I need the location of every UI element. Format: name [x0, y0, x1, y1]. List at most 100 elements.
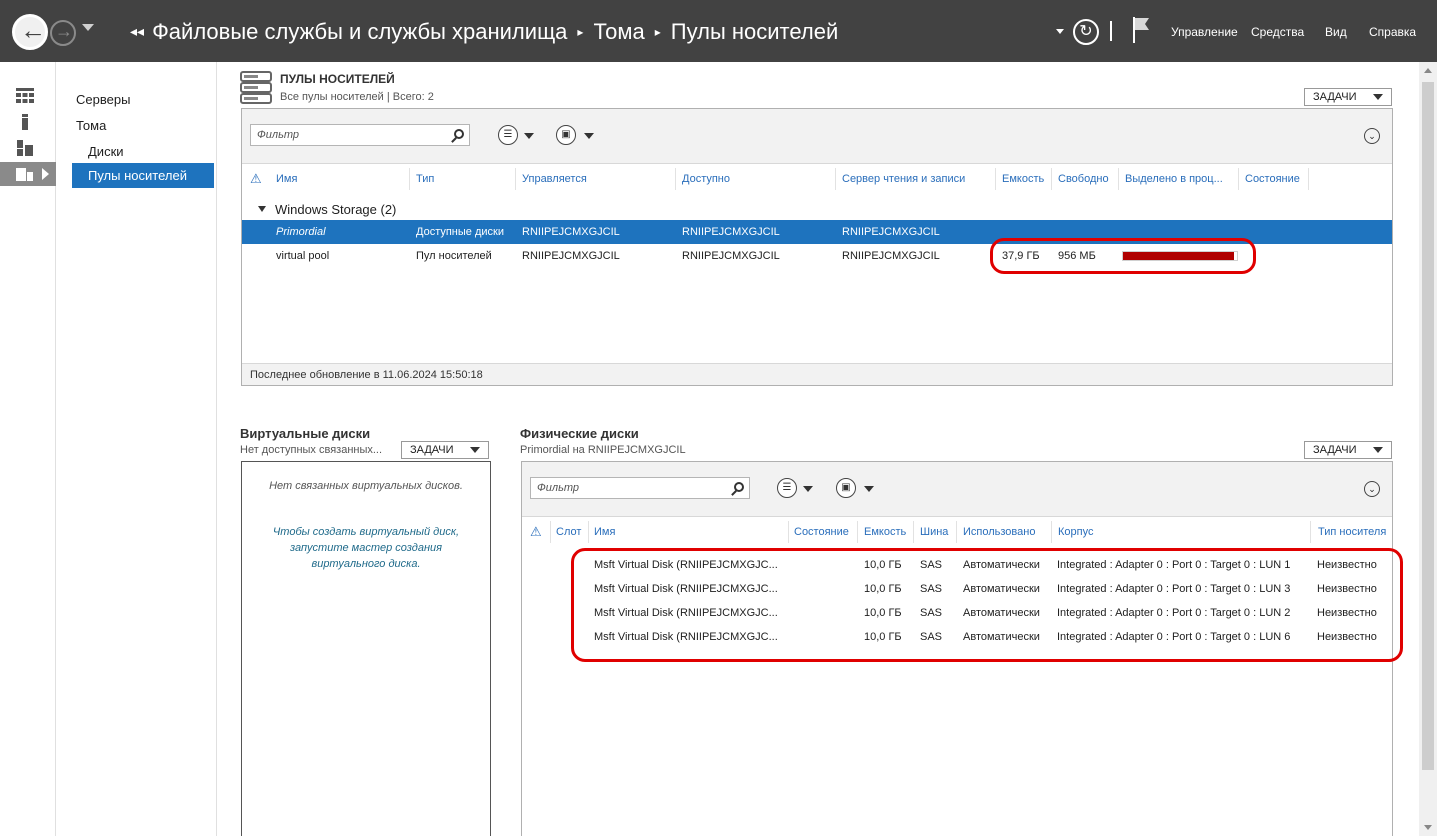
- scroll-up-icon[interactable]: [1424, 68, 1432, 73]
- column-separator: [1308, 168, 1309, 190]
- column-separator: [857, 521, 858, 543]
- pd-col-status[interactable]: Состояние: [794, 526, 849, 538]
- pools-last-update: Последнее обновление в 11.06.2024 15:50:…: [242, 363, 1392, 385]
- table-row[interactable]: Msft Virtual Disk (RNIIPEJCMXGJC... 10,0…: [522, 553, 1392, 577]
- pools-col-rw-server[interactable]: Сервер чтения и записи: [842, 173, 965, 185]
- pd-col-usage[interactable]: Использовано: [963, 526, 1035, 538]
- list-options-dropdown-icon[interactable]: [524, 133, 534, 139]
- column-separator: [788, 521, 789, 543]
- pool-available-to: RNIIPEJCMXGJCIL: [682, 226, 780, 238]
- physical-disks-tasks-button[interactable]: ЗАДАЧИ: [1304, 441, 1392, 459]
- pools-col-type[interactable]: Тип: [416, 173, 434, 185]
- forward-button[interactable]: [50, 20, 76, 46]
- disk-usage: Автоматически: [963, 559, 1040, 571]
- pools-filter-input[interactable]: Фильтр: [250, 124, 470, 146]
- nav-item-servers[interactable]: Серверы: [76, 92, 130, 107]
- search-icon[interactable]: [734, 482, 744, 492]
- back-button[interactable]: [12, 14, 48, 50]
- pd-col-name[interactable]: Имя: [594, 526, 615, 538]
- column-separator: [515, 168, 516, 190]
- pools-col-name[interactable]: Имя: [276, 173, 297, 185]
- history-dropdown-icon[interactable]: [82, 24, 94, 31]
- virtual-disks-tasks-button[interactable]: ЗАДАЧИ: [401, 441, 489, 459]
- file-storage-services-icon[interactable]: [16, 166, 34, 182]
- breadcrumb: ◂◂ Файловые службы и службы хранилища ▸ Том…: [130, 19, 838, 45]
- pools-col-status[interactable]: Состояние: [1245, 173, 1300, 185]
- pd-col-capacity[interactable]: Емкость: [864, 526, 906, 538]
- create-virtual-disk-hint[interactable]: Чтобы создать виртуальный диск, запустит…: [258, 524, 474, 572]
- list-options-dropdown-icon[interactable]: [803, 486, 813, 492]
- nav-item-storage-pools[interactable]: Пулы носителей: [72, 163, 214, 188]
- disk-capacity: 10,0 ГБ: [864, 559, 902, 571]
- column-separator: [550, 521, 551, 543]
- column-separator: [956, 521, 957, 543]
- table-row[interactable]: Msft Virtual Disk (RNIIPEJCMXGJC... 10,0…: [522, 601, 1392, 625]
- pool-type: Доступные диски: [416, 226, 504, 238]
- pools-col-managed-by[interactable]: Управляется: [522, 173, 587, 185]
- all-servers-icon[interactable]: [16, 140, 34, 156]
- refresh-icon[interactable]: ↻: [1073, 19, 1099, 45]
- collapse-group-icon[interactable]: [258, 206, 266, 212]
- breadcrumb-item-volumes[interactable]: Тома: [593, 19, 644, 44]
- physical-disks-filter-input[interactable]: Фильтр: [530, 477, 750, 499]
- list-options-icon[interactable]: ☰: [498, 125, 518, 145]
- pools-col-free[interactable]: Свободно: [1058, 173, 1109, 185]
- menu-view[interactable]: Вид: [1325, 25, 1347, 39]
- warning-column-icon[interactable]: ⚠: [250, 172, 264, 186]
- table-row[interactable]: virtual pool Пул носителей RNIIPEJCMXGJC…: [242, 244, 1392, 268]
- column-separator: [1051, 168, 1052, 190]
- pools-col-capacity[interactable]: Емкость: [1002, 173, 1044, 185]
- pd-col-slot[interactable]: Слот: [556, 526, 581, 538]
- nav-item-disks[interactable]: Диски: [88, 144, 124, 159]
- table-row[interactable]: Primordial Доступные диски RNIIPEJCMXGJC…: [242, 220, 1392, 244]
- virtual-disks-panel: Нет связанных виртуальных дисков. Чтобы …: [241, 461, 491, 836]
- expand-collapse-icon[interactable]: ⌄: [1364, 481, 1380, 497]
- breadcrumb-item-storage-pools[interactable]: Пулы носителей: [671, 19, 838, 44]
- table-row[interactable]: Msft Virtual Disk (RNIIPEJCMXGJC... 10,0…: [522, 625, 1392, 649]
- menu-help[interactable]: Справка: [1369, 25, 1416, 39]
- pd-col-chassis[interactable]: Корпус: [1058, 526, 1093, 538]
- save-query-icon[interactable]: ▣: [836, 478, 856, 498]
- pd-col-bus[interactable]: Шина: [920, 526, 948, 538]
- nav-item-volumes[interactable]: Тома: [76, 118, 106, 133]
- dashboard-icon[interactable]: [16, 88, 34, 104]
- disk-chassis: Integrated : Adapter 0 : Port 0 : Target…: [1057, 559, 1291, 571]
- pools-tasks-button[interactable]: ЗАДАЧИ: [1304, 88, 1392, 106]
- pool-rw-server: RNIIPEJCMXGJCIL: [842, 226, 940, 238]
- local-server-icon[interactable]: [16, 114, 34, 130]
- breadcrumb-separator-icon: ▸: [654, 25, 661, 39]
- pool-managed-by: RNIIPEJCMXGJCIL: [522, 250, 620, 262]
- pool-rw-server: RNIIPEJCMXGJCIL: [842, 250, 940, 262]
- search-icon[interactable]: [454, 129, 464, 139]
- save-query-icon[interactable]: ▣: [556, 125, 576, 145]
- disk-capacity: 10,0 ГБ: [864, 631, 902, 643]
- disk-bus: SAS: [920, 583, 943, 595]
- virtual-disks-empty-message: Нет связанных виртуальных дисков.: [269, 480, 463, 492]
- pd-col-media-type[interactable]: Тип носителя: [1318, 526, 1386, 538]
- warning-column-icon[interactable]: ⚠: [530, 525, 544, 539]
- table-row[interactable]: Msft Virtual Disk (RNIIPEJCMXGJC... 10,0…: [522, 577, 1392, 601]
- notifications-flag-icon[interactable]: [1131, 17, 1151, 43]
- disk-usage: Автоматически: [963, 631, 1040, 643]
- expand-collapse-icon[interactable]: ⌄: [1364, 128, 1380, 144]
- scroll-thumb[interactable]: [1422, 82, 1434, 770]
- breadcrumb-overflow-icon[interactable]: ◂◂: [130, 23, 144, 39]
- pools-col-allocated-percent[interactable]: Выделено в проц...: [1125, 173, 1223, 185]
- pools-col-available-to[interactable]: Доступно: [682, 173, 730, 185]
- menu-tools[interactable]: Средства: [1251, 25, 1304, 39]
- breadcrumb-separator-icon: ▸: [577, 25, 584, 39]
- breadcrumb-dropdown-icon[interactable]: [1056, 29, 1064, 34]
- menu-manage[interactable]: Управление: [1171, 25, 1238, 39]
- physical-disks-filter-placeholder: Фильтр: [537, 482, 580, 494]
- column-separator: [409, 168, 410, 190]
- disk-bus: SAS: [920, 631, 943, 643]
- scroll-down-icon[interactable]: [1424, 825, 1432, 830]
- save-query-dropdown-icon[interactable]: [584, 133, 594, 139]
- group-header-windows-storage[interactable]: Windows Storage (2): [275, 202, 396, 217]
- physical-disks-title: Физические диски: [520, 426, 639, 441]
- disk-chassis: Integrated : Adapter 0 : Port 0 : Target…: [1057, 631, 1291, 643]
- save-query-dropdown-icon[interactable]: [864, 486, 874, 492]
- vertical-scrollbar[interactable]: [1419, 62, 1437, 836]
- breadcrumb-item-file-services[interactable]: Файловые службы и службы хранилища: [152, 19, 567, 44]
- list-options-icon[interactable]: ☰: [777, 478, 797, 498]
